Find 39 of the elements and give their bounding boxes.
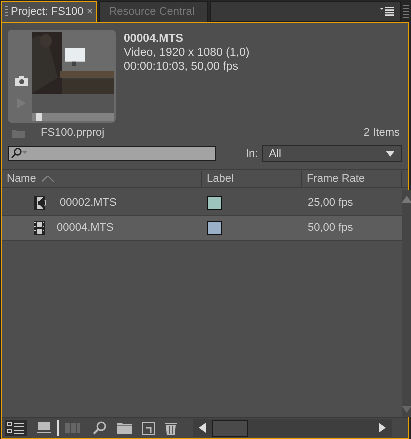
tab-label: Resource Central	[109, 6, 195, 18]
folder-icon[interactable]	[117, 422, 132, 434]
frame-rate: 25,00 fps	[308, 197, 354, 209]
clip-detail: Video, 1920 x 1080 (1,0)	[124, 46, 250, 60]
film-icon	[34, 221, 45, 235]
scroll-left-icon[interactable]	[199, 423, 206, 433]
search-icon	[11, 148, 29, 159]
film-speaker-icon	[34, 196, 48, 210]
column-header[interactable]: Name	[2, 171, 202, 187]
project-file: FS100.prproj	[41, 127, 105, 139]
item-count: 2 Items	[364, 127, 400, 139]
new-item-icon[interactable]	[142, 422, 155, 434]
panel-tab[interactable]: Resource Central	[99, 1, 208, 22]
panel-tab[interactable]: Project: FS100 ×	[1, 1, 98, 22]
camera-icon[interactable]	[14, 76, 28, 86]
in-label: In:	[246, 148, 258, 160]
clip-name: 00004.MTS	[124, 32, 184, 46]
horizontal-scrollbar[interactable]	[193, 419, 392, 437]
file-name: 00002.MTS	[60, 197, 117, 209]
file-name: 00004.MTS	[57, 222, 114, 234]
scrub-track[interactable]	[32, 113, 114, 121]
scrub-handle[interactable]	[36, 113, 42, 121]
menu-icon[interactable]	[380, 7, 394, 16]
in-dropdown[interactable]: All	[262, 145, 402, 162]
column-header[interactable]: Frame Rate	[302, 171, 402, 187]
clip-detail: 00:00:10:03, 50,00 fps	[124, 60, 240, 74]
list-view-icon[interactable]	[5, 420, 27, 436]
tab-label: Project: FS100	[11, 6, 84, 18]
scroll-right-icon[interactable]	[379, 423, 386, 433]
find-icon[interactable]	[93, 421, 107, 435]
column-header[interactable]: Label	[202, 171, 302, 187]
caret-icon	[386, 150, 395, 156]
icon-view-icon[interactable]	[37, 422, 51, 434]
search-field[interactable]	[8, 146, 216, 161]
trash-icon[interactable]	[165, 422, 177, 434]
frame-rate: 50,00 fps	[308, 222, 354, 234]
close-icon[interactable]: ×	[86, 6, 94, 18]
sort-icon	[42, 176, 54, 182]
file-row[interactable]: 00004.MTS 50,00 fps	[2, 216, 402, 241]
